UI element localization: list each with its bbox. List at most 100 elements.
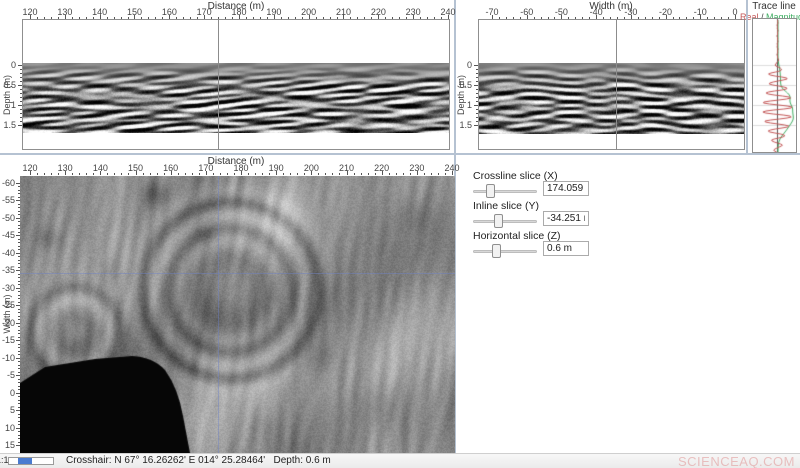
- inline-depth-tick-label: 1: [451, 100, 472, 110]
- crossline-distance-tick-mark: [309, 15, 310, 19]
- plan-width-minor-tick: [18, 442, 20, 443]
- crossline-distance-minor-tick: [323, 17, 324, 19]
- plan-distance-minor-tick: [375, 173, 376, 175]
- crossline-slice-slider[interactable]: [473, 184, 537, 198]
- inline-width-minor-tick: [534, 17, 535, 19]
- crossline-distance-minor-tick: [385, 17, 386, 19]
- inline-width-tick-mark: [561, 15, 562, 19]
- plan-distance-minor-tick: [290, 173, 291, 175]
- plan-width-minor-tick: [18, 291, 20, 292]
- inline-width-minor-tick: [506, 17, 507, 19]
- plan-distance-minor-tick: [44, 173, 45, 175]
- horizontal-slice-value[interactable]: [543, 241, 589, 256]
- inline-depth-minor-tick: [476, 77, 478, 78]
- inline-width-minor-tick: [582, 17, 583, 19]
- inline-slice-slider[interactable]: [473, 214, 537, 228]
- horizontal-slice-slider[interactable]: [473, 244, 537, 258]
- slider-track[interactable]: [473, 250, 537, 253]
- plan-distance-minor-tick: [424, 173, 425, 175]
- crossline-depth-tick-mark: [18, 85, 22, 86]
- plan-distance-minor-tick: [220, 173, 221, 175]
- inline-width-minor-tick: [728, 17, 729, 19]
- slider-track[interactable]: [473, 190, 537, 193]
- crossline-depth-tick-label: 1.5: [0, 120, 16, 130]
- plan-width-tick-label: -45: [0, 230, 15, 240]
- crossline-depth-minor-tick: [20, 97, 22, 98]
- plan-distance-tick-mark: [206, 171, 207, 175]
- horizontal-slice-view[interactable]: [20, 176, 455, 453]
- inline-width-minor-tick: [568, 17, 569, 19]
- crossline-depth-minor-tick: [20, 101, 22, 102]
- inline-depth-minor-tick: [476, 81, 478, 82]
- crossline-distance-minor-tick: [392, 17, 393, 19]
- inline-depth-minor-tick: [476, 93, 478, 94]
- plan-width-tick-label: 5: [0, 405, 15, 415]
- plan-width-minor-tick: [18, 368, 20, 369]
- inline-width-tick-mark: [700, 15, 701, 19]
- inline-slice-label: Inline slice (Y): [473, 200, 539, 212]
- splitter-vertical-trace[interactable]: [746, 0, 748, 154]
- crossline-distance-tick-mark: [274, 15, 275, 19]
- splitter-horizontal[interactable]: [0, 153, 800, 155]
- plan-width-tick-mark: [16, 235, 20, 236]
- plan-width-minor-tick: [18, 190, 20, 191]
- inline-depth-minor-tick: [476, 109, 478, 110]
- crossline-distance-minor-tick: [162, 17, 163, 19]
- plan-distance-minor-tick: [79, 173, 80, 175]
- plan-width-minor-tick: [18, 372, 20, 373]
- plan-distance-tick-mark: [417, 171, 418, 175]
- crossline-distance-minor-tick: [211, 17, 212, 19]
- crossline-distance-minor-tick: [176, 17, 177, 19]
- plan-width-minor-tick: [18, 386, 20, 387]
- inline-width-minor-tick: [673, 17, 674, 19]
- crossline-distance-minor-tick: [406, 17, 407, 19]
- crossline-slice-view[interactable]: [23, 63, 449, 133]
- inline-width-tick-mark: [666, 15, 667, 19]
- crossline-depth-minor-tick: [20, 69, 22, 70]
- crossline-distance-tick-mark: [239, 15, 240, 19]
- inline-width-minor-tick: [610, 17, 611, 19]
- plan-width-tick-mark: [16, 375, 20, 376]
- crossline-distance-minor-tick: [246, 17, 247, 19]
- plan-width-minor-tick: [18, 228, 20, 229]
- plan-width-minor-tick: [18, 414, 20, 415]
- plan-width-minor-tick: [18, 193, 20, 194]
- inline-width-minor-tick: [686, 17, 687, 19]
- plan-width-minor-tick: [18, 274, 20, 275]
- plan-distance-minor-tick: [58, 173, 59, 175]
- plan-width-tick-label: 0: [0, 388, 15, 398]
- crossline-distance-minor-tick: [197, 17, 198, 19]
- plan-width-minor-tick: [18, 309, 20, 310]
- plan-width-minor-tick: [18, 204, 20, 205]
- plan-distance-tick-mark: [382, 171, 383, 175]
- plan-distance-tick-mark: [100, 171, 101, 175]
- inline-depth-minor-tick: [476, 73, 478, 74]
- crossline-distance-minor-tick: [183, 17, 184, 19]
- plan-distance-minor-tick: [304, 173, 305, 175]
- plan-distance-tick-mark: [241, 171, 242, 175]
- inline-depth-minor-tick: [476, 117, 478, 118]
- crossline-distance-minor-tick: [399, 17, 400, 19]
- crossline-distance-minor-tick: [330, 17, 331, 19]
- plan-width-minor-tick: [18, 407, 20, 408]
- inline-width-minor-tick: [575, 17, 576, 19]
- plan-width-minor-tick: [18, 263, 20, 264]
- plan-width-minor-tick: [18, 424, 20, 425]
- plan-width-tick-mark: [16, 253, 20, 254]
- slider-thumb[interactable]: [486, 184, 495, 198]
- inline-slice-view[interactable]: [479, 63, 744, 134]
- slider-thumb[interactable]: [494, 214, 503, 228]
- crossline-distance-minor-tick: [420, 17, 421, 19]
- plan-width-minor-tick: [18, 242, 20, 243]
- inline-depth-minor-tick: [476, 69, 478, 70]
- plan-crosshair-hline: [20, 273, 455, 274]
- trace-plot[interactable]: [753, 19, 796, 152]
- inline-slice-value[interactable]: [543, 211, 589, 226]
- slider-thumb[interactable]: [492, 244, 501, 258]
- inline-width-minor-tick: [645, 17, 646, 19]
- plan-distance-minor-tick: [354, 173, 355, 175]
- crossline-slice-value[interactable]: [543, 181, 589, 196]
- plan-distance-minor-tick: [269, 173, 270, 175]
- crossline-distance-tick-mark: [30, 15, 31, 19]
- slider-track[interactable]: [473, 220, 537, 223]
